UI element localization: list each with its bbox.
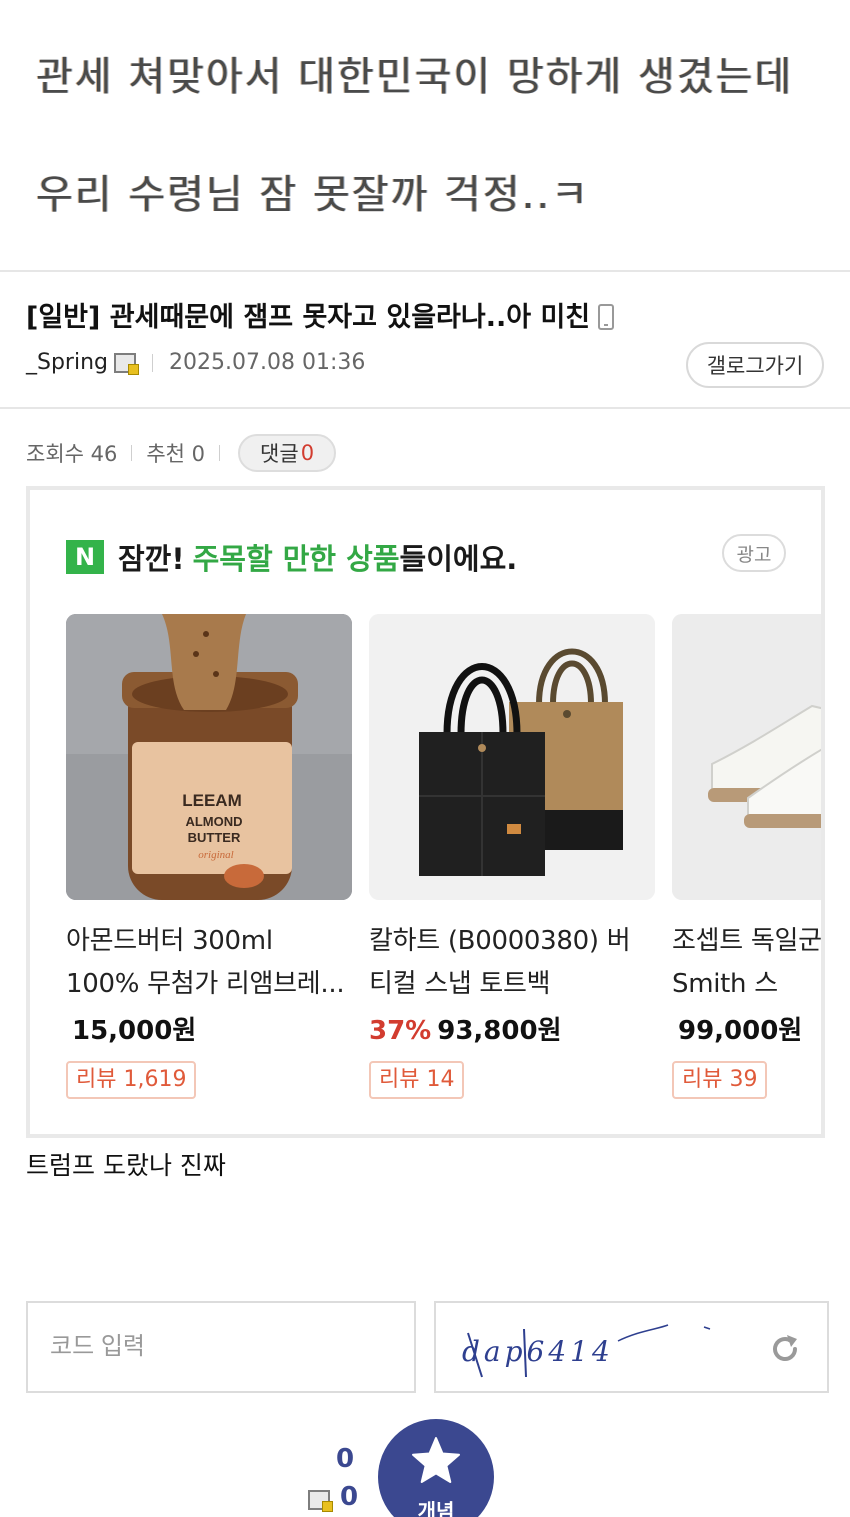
jar-label-product: ALMOND: [185, 814, 242, 829]
ad-label[interactable]: 광고: [722, 534, 786, 572]
product-review-badge: 리뷰 14: [369, 1061, 465, 1099]
gallog-button[interactable]: 갤로그가기: [686, 342, 824, 388]
sneakers-image: [672, 614, 821, 900]
product-carousel[interactable]: LEEAM ALMOND BUTTER original 아몬드버터 300ml…: [66, 614, 821, 1114]
product-price: 99,000원: [678, 1016, 803, 1046]
almond-butter-jar-image: LEEAM ALMOND BUTTER original: [66, 614, 352, 900]
post-meta: _Spring 2025.07.08 01:36: [26, 350, 365, 375]
naver-logo-icon: N: [66, 540, 104, 574]
captcha-code-input[interactable]: [26, 1301, 416, 1393]
ad-head-highlight: 주목할 만한 상품: [192, 542, 400, 576]
comment-button[interactable]: 댓글 0: [238, 434, 337, 472]
vote-area: 0 0 개념: [300, 1419, 500, 1517]
product-price-row: 37% 93,800원: [369, 1010, 655, 1047]
product-price-row: 15,000원: [66, 1010, 352, 1047]
recommend-count: 추천 0: [146, 442, 206, 466]
captcha-text-image: dap6414: [462, 1324, 711, 1378]
product-price: 15,000원: [72, 1016, 197, 1046]
vote-count-lower: 0: [340, 1482, 359, 1512]
product-name[interactable]: 아몬드버터 300ml 100% 무첨가 리앰브레...: [66, 920, 349, 1006]
product-price: 93,800원: [437, 1016, 562, 1046]
vote-count-upper: 0: [336, 1444, 355, 1474]
product-card[interactable]: LEEAM ALMOND BUTTER original 아몬드버터 300ml…: [66, 614, 352, 1099]
product-name[interactable]: 조셉트 독일군 스니커즈 Smith 스: [672, 920, 821, 1006]
product-discount: 37%: [369, 1016, 432, 1046]
refresh-icon[interactable]: [769, 1333, 801, 1365]
stats-separator: [131, 445, 133, 461]
product-review-badge: 리뷰 1,619: [66, 1061, 197, 1099]
jar-label-product-2: BUTTER: [188, 830, 241, 845]
caption-line-1: 관세 쳐맞아서 대한민국이 망하게 생겼는데: [36, 54, 794, 100]
view-count: 조회수 46: [26, 442, 118, 466]
star-icon: [412, 1437, 460, 1483]
author-name[interactable]: _Spring: [26, 350, 108, 375]
captcha-text: dap6414: [462, 1335, 614, 1368]
product-image-tote-bag[interactable]: [369, 614, 655, 900]
stats-separator: [219, 445, 221, 461]
post-date: 2025.07.08 01:36: [169, 350, 366, 375]
product-name[interactable]: 칼하트 (B0000380) 버티컬 스냅 토트백: [369, 920, 652, 1006]
post-title-text: [일반] 관세때문에 잼프 못자고 있을라나..아 미친: [26, 302, 591, 333]
product-card[interactable]: 조셉트 독일군 스니커즈 Smith 스 99,000원 리뷰 39: [672, 614, 821, 1099]
ad-head-prefix: 잠깐!: [118, 542, 185, 576]
mobile-icon: [598, 304, 615, 330]
tote-bag-image: [369, 614, 655, 900]
comment-count: 0: [300, 441, 315, 465]
post-title: [일반] 관세때문에 잼프 못자고 있을라나..아 미친: [26, 295, 615, 334]
divider: [0, 407, 850, 409]
jar-label-flavor: original: [198, 849, 233, 861]
ad-box: N 잠깐! 주목할 만한 상품 들이에요. 광고 LEEAM ALMOND BU…: [26, 486, 825, 1138]
comment-label: 댓글: [260, 442, 299, 466]
user-badge-icon: [114, 352, 139, 375]
caption-line-2: 우리 수령님 잠 못잘까 걱정..ㅋ: [36, 172, 590, 218]
meta-separator: [152, 353, 153, 372]
captcha-image: dap6414: [434, 1301, 829, 1393]
ad-heading: N 잠깐! 주목할 만한 상품 들이에요.: [66, 536, 517, 578]
user-badge-icon: [308, 1490, 333, 1512]
caption-overlay: 관세 쳐맞아서 대한민국이 망하게 생겼는데 우리 수령님 잠 못잘까 걱정..…: [0, 0, 850, 272]
product-card[interactable]: 칼하트 (B0000380) 버티컬 스냅 토트백 37% 93,800원 리뷰 …: [369, 614, 655, 1099]
vote-label: 개념: [417, 1499, 455, 1517]
post-stats: 조회수 46 추천 0 댓글 0: [26, 434, 337, 472]
product-price-row: 99,000원: [672, 1010, 821, 1047]
product-image-sneakers[interactable]: [672, 614, 821, 900]
ad-head-suffix: 들이에요.: [399, 542, 518, 576]
product-image-almond-butter[interactable]: LEEAM ALMOND BUTTER original: [66, 614, 352, 900]
product-review-badge: 리뷰 39: [672, 1061, 768, 1099]
jar-label-brand: LEEAM: [182, 791, 242, 810]
concept-vote-button[interactable]: 개념: [378, 1419, 494, 1517]
post-body: 트럼프 도랐나 진짜: [26, 1151, 226, 1180]
divider: [0, 270, 850, 272]
